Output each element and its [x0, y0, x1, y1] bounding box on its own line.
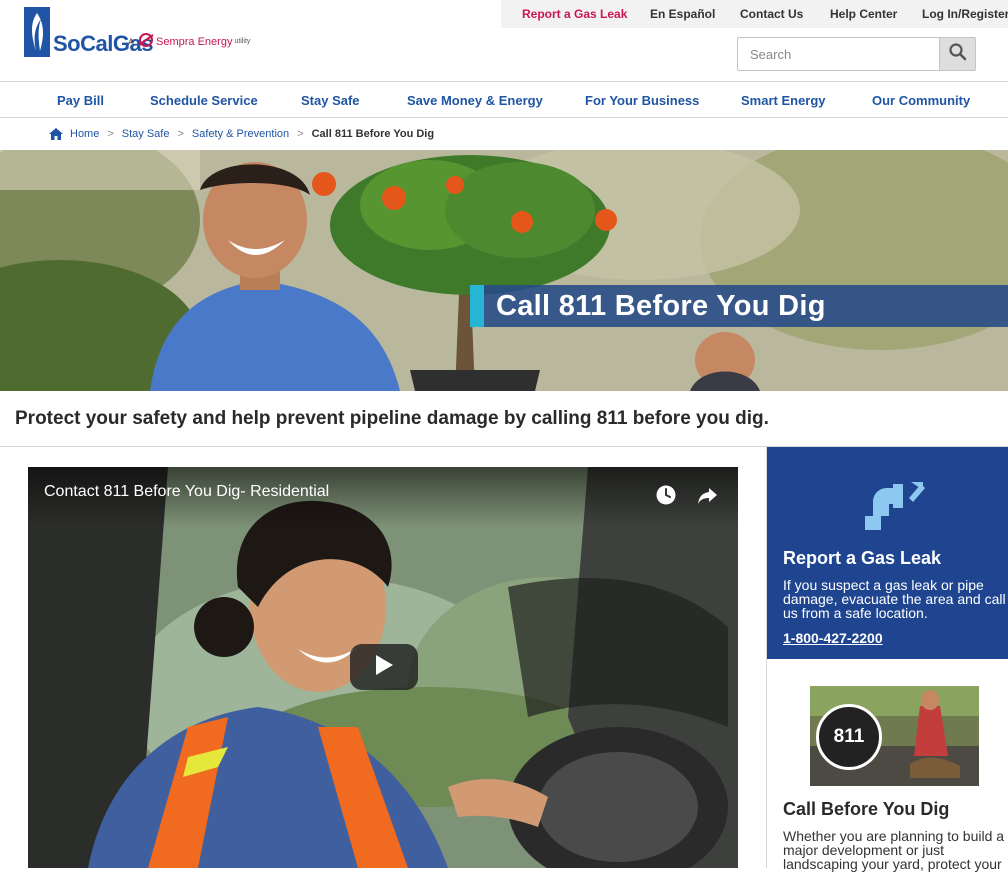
breadcrumb-current: Call 811 Before You Dig [311, 128, 435, 140]
nav-for-your-business[interactable]: For Your Business [585, 93, 699, 108]
nav-stay-safe[interactable]: Stay Safe [301, 93, 360, 108]
report-gas-leak-text: If you suspect a gas leak or pipe damage… [783, 577, 1006, 621]
home-icon[interactable] [48, 127, 64, 141]
share-icon[interactable] [695, 483, 719, 507]
sempra-prefix: A [128, 36, 135, 47]
utility-nav: Report a Gas Leak En Español Contact Us … [501, 0, 1008, 28]
video-player[interactable]: Contact 811 Before You Dig- Residential [28, 467, 738, 868]
sempra-tagline: A Sempra Energy utility [128, 30, 250, 53]
report-gas-leak-link[interactable]: Report a Gas Leak [522, 7, 627, 21]
sempra-name: Sempra Energy [156, 35, 233, 48]
gas-pipe-icon [863, 480, 927, 535]
search-button[interactable] [939, 38, 975, 70]
811-badge-icon: 811 [816, 704, 882, 770]
intro-heading: Protect your safety and help prevent pip… [15, 408, 769, 429]
nav-schedule-service[interactable]: Schedule Service [150, 93, 258, 108]
call-before-you-dig-text: Whether you are planning to build a majo… [783, 828, 1005, 872]
main-nav: Pay Bill Schedule Service Stay Safe Save… [0, 82, 1008, 118]
hero-title-bar: Call 811 Before You Dig [470, 285, 1008, 327]
breadcrumb-safety-prevention[interactable]: Safety & Prevention [192, 128, 289, 140]
sidebar: Report a Gas Leak If you suspect a gas l… [766, 447, 1008, 872]
espanol-link[interactable]: En Español [650, 7, 715, 21]
report-gas-leak-card: Report a Gas Leak If you suspect a gas l… [767, 447, 1008, 659]
hero-title: Call 811 Before You Dig [496, 289, 826, 322]
flame-logo-icon [24, 7, 50, 57]
login-register-link[interactable]: Log In/Register [922, 7, 1008, 21]
sempra-logo-icon [136, 30, 156, 53]
site-header: SoCalGas A Sempra Energy utility Report … [0, 0, 1008, 82]
breadcrumb-stay-safe[interactable]: Stay Safe [122, 128, 170, 140]
gas-leak-phone-link[interactable]: 1-800-427-2200 [783, 630, 883, 646]
breadcrumb: Home > Stay Safe > Safety & Prevention >… [0, 118, 1008, 150]
breadcrumb-home[interactable]: Home [70, 128, 99, 140]
hero-title-accent [470, 285, 484, 327]
play-icon [374, 654, 394, 681]
report-gas-leak-title: Report a Gas Leak [783, 548, 942, 568]
search-icon [948, 42, 968, 67]
hero-image [0, 150, 1008, 391]
play-button[interactable] [350, 644, 418, 690]
nav-pay-bill[interactable]: Pay Bill [57, 93, 104, 108]
call-811-image[interactable]: 811 [810, 686, 979, 786]
breadcrumb-separator: > [177, 128, 184, 140]
help-center-link[interactable]: Help Center [830, 7, 897, 21]
hero-banner: Call 811 Before You Dig [0, 150, 1008, 391]
nav-our-community[interactable]: Our Community [872, 93, 970, 108]
contact-us-link[interactable]: Contact Us [740, 7, 803, 21]
search-box [737, 37, 976, 71]
811-badge-number: 811 [833, 726, 865, 747]
video-title[interactable]: Contact 811 Before You Dig- Residential [44, 483, 329, 501]
search-input[interactable] [738, 38, 941, 70]
sempra-utility: utility [234, 38, 251, 45]
breadcrumb-separator: > [107, 128, 114, 140]
clock-icon[interactable] [654, 483, 678, 507]
nav-save-money-energy[interactable]: Save Money & Energy [407, 93, 543, 108]
call-before-you-dig-title: Call Before You Dig [783, 799, 950, 819]
nav-smart-energy[interactable]: Smart Energy [741, 93, 826, 108]
breadcrumb-separator: > [297, 128, 304, 140]
intro-section: Protect your safety and help prevent pip… [0, 391, 1008, 447]
